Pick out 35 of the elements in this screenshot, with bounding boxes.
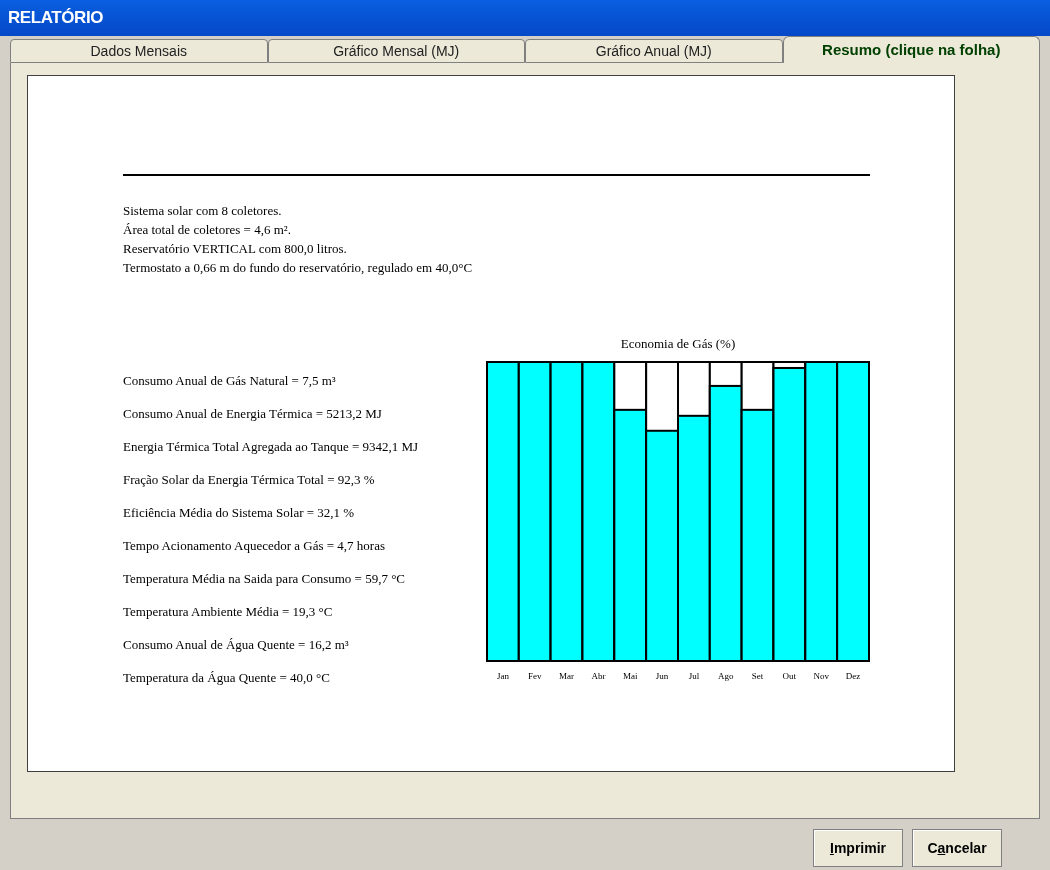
month-label: Mar [558, 670, 576, 683]
window-title: RELATÓRIO [8, 7, 104, 30]
stat-line: Eficiência Média do Sistema Solar = 32,1 % [123, 504, 355, 522]
month-label: Nov [812, 670, 830, 683]
month-label: Jul [687, 670, 701, 683]
stat-line: Consumo Anual de Energia Térmica = 5213,2 MJ [123, 405, 382, 423]
month-label: Fev [527, 670, 543, 683]
tab[interactable]: Dados Mensais [10, 39, 268, 63]
month-label: Mai [621, 670, 639, 683]
stat-line: Energia Térmica Total Agregada ao Tanque = 9342,1 MJ [123, 438, 419, 456]
summary-line: Sistema solar com 8 coletores. [123, 202, 282, 220]
tab[interactable]: Gráfico Anual (MJ) [525, 39, 783, 63]
stat-line: Consumo Anual de Gás Natural = 7,5 m³ [123, 372, 336, 390]
stat-line: Temperatura da Água Quente = 40,0 °C [123, 669, 330, 687]
dialog-button[interactable]: Cancelar [912, 829, 1002, 867]
summary-line: Reservatório VERTICAL com 800,0 litros. [123, 240, 347, 258]
tab[interactable]: Resumo (clique na folha) [782, 36, 1040, 63]
stat-line: Consumo Anual de Água Quente = 16,2 m³ [123, 636, 349, 654]
stat-line: Fração Solar da Energia Térmica Total = 92,3 % [123, 471, 375, 489]
month-label: Dez [844, 670, 862, 683]
summary-line: Área total de coletores = 4,6 m². [123, 221, 291, 239]
chart-title: Economia de Gás (%) [620, 335, 736, 353]
summary-line: Termostato a 0,66 m do fundo do reservatório, regulado em 40,0°C [123, 259, 473, 277]
month-label: Jan [495, 670, 510, 683]
month-label: Set [750, 670, 765, 683]
month-label: Jun [654, 670, 670, 683]
month-label: Out [781, 670, 798, 683]
report-sheet[interactable] [27, 75, 955, 772]
tab[interactable]: Gráfico Mensal (MJ) [267, 39, 525, 63]
dialog-button[interactable]: Imprimir [813, 829, 903, 867]
stat-line: Temperatura Média na Saida para Consumo = 59,7 °C [123, 570, 406, 588]
month-label: Abr [590, 670, 607, 683]
stat-line: Tempo Acionamento Aquecedor a Gás = 4,7 horas [123, 537, 386, 555]
stat-line: Temperatura Ambiente Média = 19,3 °C [123, 603, 333, 621]
month-label: Ago [716, 670, 735, 683]
